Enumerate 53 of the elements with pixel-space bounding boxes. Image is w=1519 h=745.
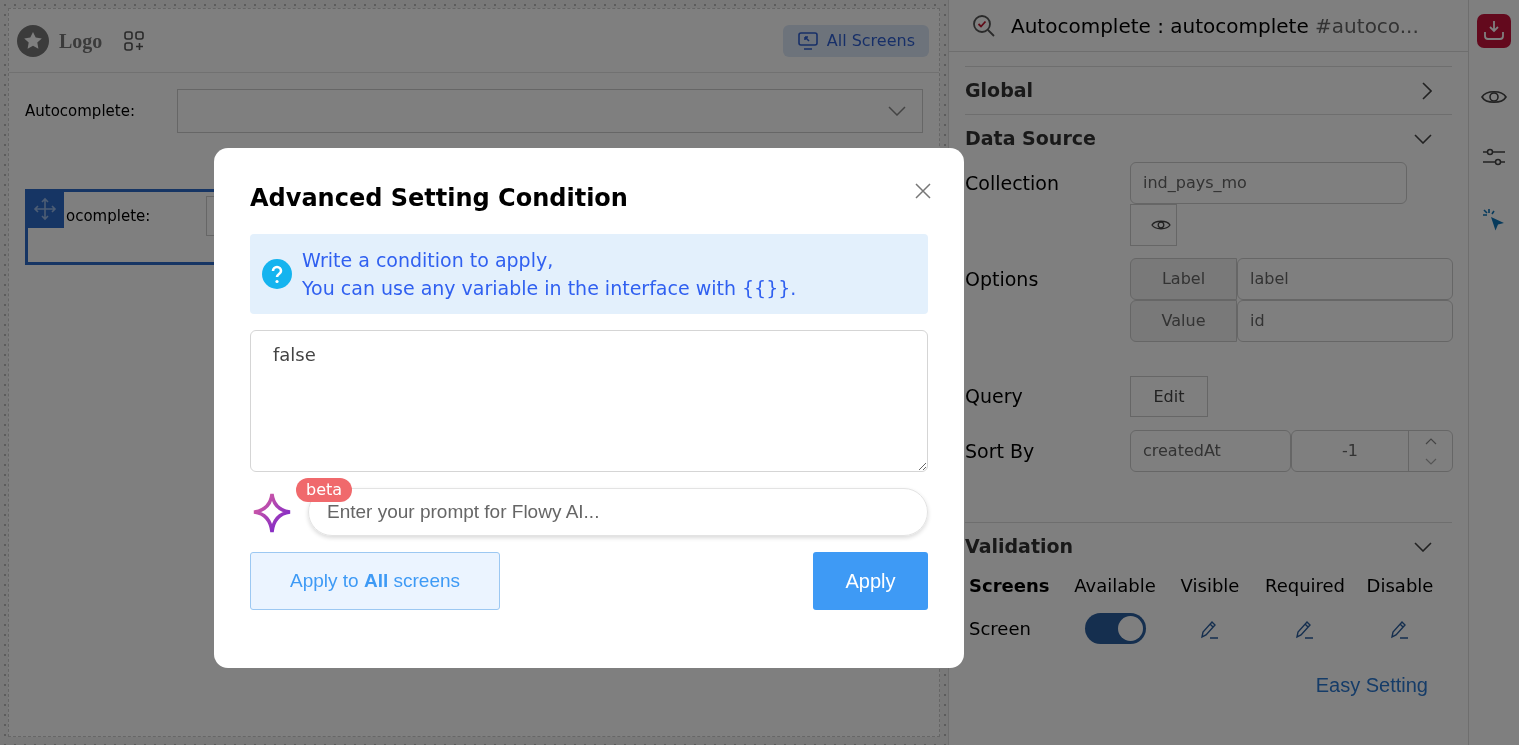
sort-order-value: -1 [1341,440,1359,462]
option-value-field[interactable]: id [1237,300,1453,342]
section-header[interactable]: Global [965,76,1034,105]
column-header: Available [1073,574,1157,598]
beta-badge: beta [296,478,353,502]
add-widget-icon[interactable] [122,28,147,53]
edit-query-button[interactable]: Edit [1130,376,1208,417]
field-label: Autocomplete: [25,100,136,122]
column-header: Required [1263,574,1347,598]
column-header: Visible [1179,574,1241,598]
field-label: ocomplete: [66,206,152,227]
sort-field[interactable]: createdAt [1130,430,1291,472]
property-label: Query [965,384,1024,410]
all-screens-button[interactable]: All Screens [782,24,929,57]
property-label: Sort By [965,438,1036,464]
info-text: You can use any variable in the interface with {{}}. [302,276,797,301]
section-header[interactable]: Data Source [965,124,1096,153]
close-icon[interactable] [914,182,932,200]
star-logo-icon [17,24,49,57]
collection-field[interactable]: ind_pays_mo [1130,162,1407,204]
download-icon[interactable] [1477,14,1511,48]
apply-all-screens-button[interactable]: Apply to All screens [250,552,500,610]
eye-icon[interactable] [1481,88,1507,106]
property-label: Options [965,267,1040,292]
help-icon [262,259,292,289]
easy-setting-link[interactable]: Easy Setting [1315,670,1428,700]
move-icon[interactable] [26,190,64,228]
chevron-down-icon[interactable] [1414,541,1432,552]
chevron-down-icon [888,106,906,116]
chevron-down-icon[interactable] [1414,133,1432,144]
step-down-icon[interactable] [1424,457,1437,465]
option-key: Label [1130,258,1237,300]
chevron-right-icon[interactable] [1422,81,1432,100]
step-up-icon[interactable] [1424,437,1437,445]
option-key: Value [1130,300,1237,342]
option-value-field[interactable]: label [1237,258,1453,300]
column-header: Disable [1365,574,1435,598]
section-header[interactable]: Validation [965,532,1074,561]
available-toggle[interactable] [1084,613,1146,644]
search-check-icon [971,12,997,39]
screen-name: Screen [968,617,1032,641]
autocomplete-field[interactable] [177,89,923,133]
property-label: Collection [965,171,1060,196]
apply-button[interactable]: Apply [813,552,928,610]
logo-text: Logo [59,28,103,55]
preview-button[interactable] [1130,204,1177,246]
eye-icon [1150,219,1171,231]
inspector-title: Autocomplete : autocomplete #autoco... [1011,12,1419,40]
monitor-icon [796,30,819,51]
column-header: Screens [968,574,1051,598]
sort-order-field[interactable]: -1 [1291,430,1453,472]
sliders-icon[interactable] [1482,146,1506,168]
condition-field[interactable]: false [250,330,928,472]
